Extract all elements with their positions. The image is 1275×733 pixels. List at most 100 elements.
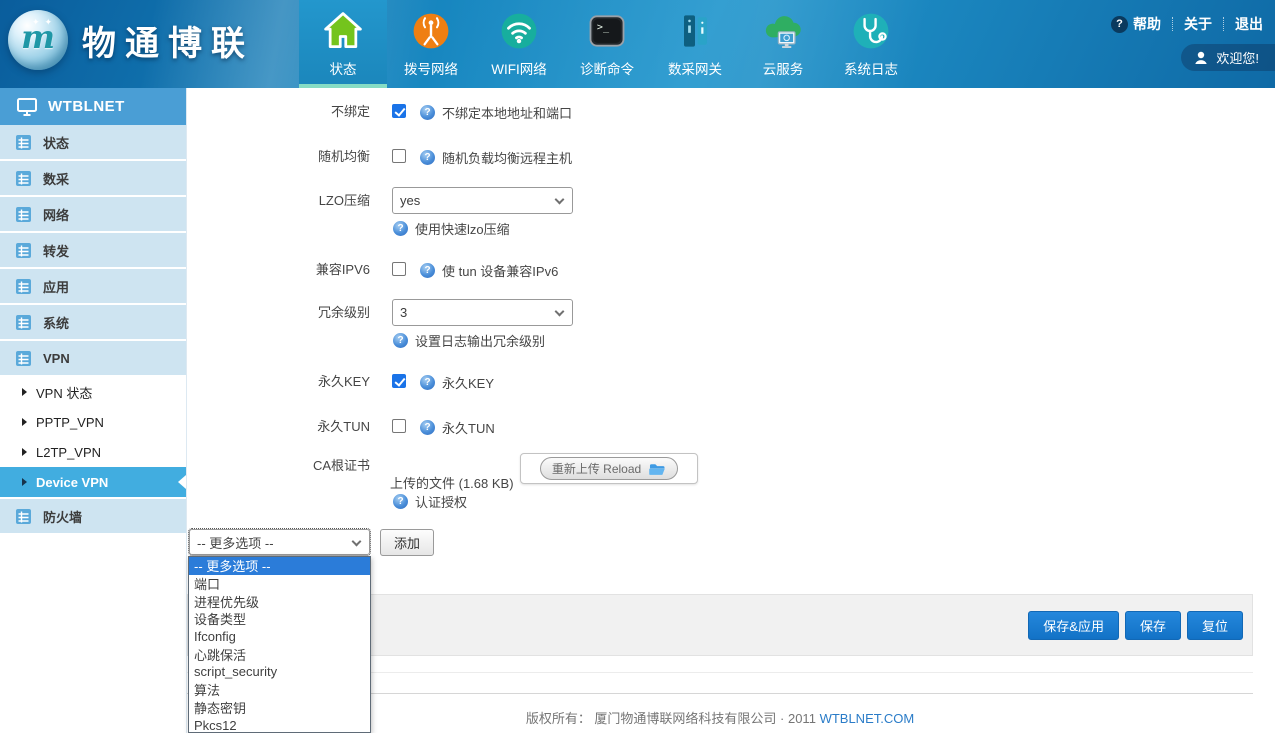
help-icon: ? (393, 221, 408, 236)
sidebar-item-system[interactable]: 系统 (0, 305, 186, 339)
field-help: ? 随机负载均衡远程主机 (420, 148, 572, 167)
welcome-text: 欢迎您! (1216, 48, 1259, 67)
save-apply-button[interactable]: 保存&应用 (1028, 611, 1119, 640)
home-icon (320, 8, 366, 54)
sidebar-item-application[interactable]: 应用 (0, 269, 186, 303)
tab-dialup-network[interactable]: 拨号网络 (387, 0, 475, 88)
cloud-icon (760, 8, 806, 54)
sidebar-subitem-l2tp-vpn[interactable]: L2TP_VPN (0, 437, 186, 467)
field-label: 冗余级别 (187, 305, 370, 320)
sidebar-item-forward[interactable]: 转发 (0, 233, 186, 267)
nobind-checkbox[interactable] (392, 104, 406, 118)
page: ✦✦ m 物通博联 状态 拨号网络 WIFI (0, 0, 1275, 733)
tab-system-log[interactable]: 系统日志 (827, 0, 915, 88)
tab-cloud-service[interactable]: 云服务 (739, 0, 827, 88)
list-icon (15, 206, 32, 223)
tab-wifi-network[interactable]: WIFI网络 (475, 0, 563, 88)
list-icon (15, 314, 32, 331)
tab-status[interactable]: 状态 (299, 0, 387, 88)
persist-key-checkbox[interactable] (392, 374, 406, 388)
field-help: ? 设置日志输出冗余级别 (393, 331, 545, 350)
chevron-down-icon (555, 195, 565, 205)
list-icon (15, 508, 32, 525)
dropdown-option[interactable]: 进程优先级 (189, 592, 370, 610)
help-icon: ? (420, 263, 435, 278)
sidebar-item-data-collect[interactable]: 数采 (0, 161, 186, 195)
brand-title: 物通博联 (82, 16, 254, 65)
sidebar: WTBLNET 状态 数采 网络 转发 应用 系统 VPN (0, 88, 187, 733)
header: ✦✦ m 物通博联 状态 拨号网络 WIFI (0, 0, 1275, 88)
welcome-badge: 欢迎您! (1181, 44, 1275, 71)
sidebar-subitem-device-vpn[interactable]: Device VPN (0, 467, 186, 497)
more-options-select[interactable]: -- 更多选项 -- (189, 529, 370, 555)
user-icon (1193, 50, 1209, 66)
svg-text:>_: >_ (597, 22, 610, 33)
list-icon (15, 350, 32, 367)
field-help: ? 使用快速lzo压缩 (393, 219, 510, 238)
help-icon: ? (420, 420, 435, 435)
help-link[interactable]: ? 帮助 (1111, 14, 1161, 34)
divider (1172, 17, 1173, 31)
reupload-button[interactable]: 重新上传 Reload (520, 453, 698, 484)
chevron-down-icon (555, 307, 565, 317)
persist-tun-checkbox[interactable] (392, 419, 406, 433)
random-balance-checkbox[interactable] (392, 149, 406, 163)
about-link[interactable]: 关于 (1184, 14, 1212, 34)
field-help: ? 不绑定本地地址和端口 (420, 103, 572, 122)
sidebar-item-network[interactable]: 网络 (0, 197, 186, 231)
brand-logo-icon: ✦✦ m (8, 10, 68, 70)
triangle-icon (22, 478, 27, 486)
add-button[interactable]: 添加 (380, 529, 434, 556)
tab-diagnostic-command[interactable]: >_ 诊断命令 (563, 0, 651, 88)
dropdown-option[interactable]: -- 更多选项 -- (189, 557, 370, 575)
sidebar-header: WTBLNET (0, 88, 186, 125)
dropdown-option[interactable]: 设备类型 (189, 610, 370, 628)
sidebar-item-status[interactable]: 状态 (0, 125, 186, 159)
dropdown-option[interactable]: Ifconfig (189, 628, 370, 646)
dropdown-option[interactable]: Pkcs12 (189, 716, 370, 733)
sidebar-title: WTBLNET (48, 98, 125, 115)
verbosity-level-select[interactable]: 3 (392, 299, 573, 326)
wifi-icon (496, 8, 542, 54)
lzo-compression-select[interactable]: yes (392, 187, 573, 214)
list-icon (15, 170, 32, 187)
field-label: 兼容IPV6 (187, 262, 370, 277)
triangle-icon (22, 418, 27, 426)
triangle-icon (22, 448, 27, 456)
tab-data-gateway[interactable]: 数采网关 (651, 0, 739, 88)
question-icon: ? (1111, 16, 1128, 33)
footer-link[interactable]: WTBLNET.COM (820, 711, 915, 726)
top-links: ? 帮助 关于 退出 (1111, 14, 1263, 34)
dropdown-option[interactable]: 心跳保活 (189, 645, 370, 663)
ipv6-compat-checkbox[interactable] (392, 262, 406, 276)
field-label: LZO压缩 (187, 193, 370, 208)
dropdown-option[interactable]: script_security (189, 663, 370, 681)
terminal-icon: >_ (584, 8, 630, 54)
more-options-dropdown: -- 更多选项 -- 端口 进程优先级 设备类型 Ifconfig 心跳保活 s… (188, 556, 371, 733)
sidebar-item-firewall[interactable]: 防火墙 (0, 499, 186, 533)
help-icon: ? (420, 375, 435, 390)
reset-button[interactable]: 复位 (1187, 611, 1243, 640)
sidebar-subitem-vpn-status[interactable]: VPN 状态 (0, 377, 186, 407)
field-label: 永久KEY (187, 374, 370, 389)
sidebar-item-vpn[interactable]: VPN (0, 341, 186, 375)
list-icon (15, 134, 32, 151)
help-icon: ? (420, 150, 435, 165)
dropdown-option[interactable]: 算法 (189, 681, 370, 699)
field-help: ? 永久KEY (420, 373, 494, 392)
save-button[interactable]: 保存 (1125, 611, 1181, 640)
dropdown-option[interactable]: 端口 (189, 575, 370, 593)
dropdown-option[interactable]: 静态密钥 (189, 699, 370, 717)
uploaded-file-info: 上传的文件 (1.68 KB) (390, 473, 514, 492)
help-icon: ? (393, 494, 408, 509)
list-icon (15, 278, 32, 295)
field-label: 不绑定 (187, 104, 370, 119)
monitor-icon (16, 96, 38, 117)
sidebar-subitem-pptp-vpn[interactable]: PPTP_VPN (0, 407, 186, 437)
help-icon: ? (393, 333, 408, 348)
gateway-icon (672, 8, 718, 54)
logout-link[interactable]: 退出 (1235, 14, 1263, 34)
logo: ✦✦ m 物通博联 (8, 10, 254, 70)
main-content: 不绑定 ? 不绑定本地地址和端口 随机均衡 ? 随机负载均衡远程主机 LZO压缩… (187, 88, 1275, 733)
copyright-text: 版权所有： 厦门物通博联网络科技有限公司 · 2011 (526, 711, 816, 726)
